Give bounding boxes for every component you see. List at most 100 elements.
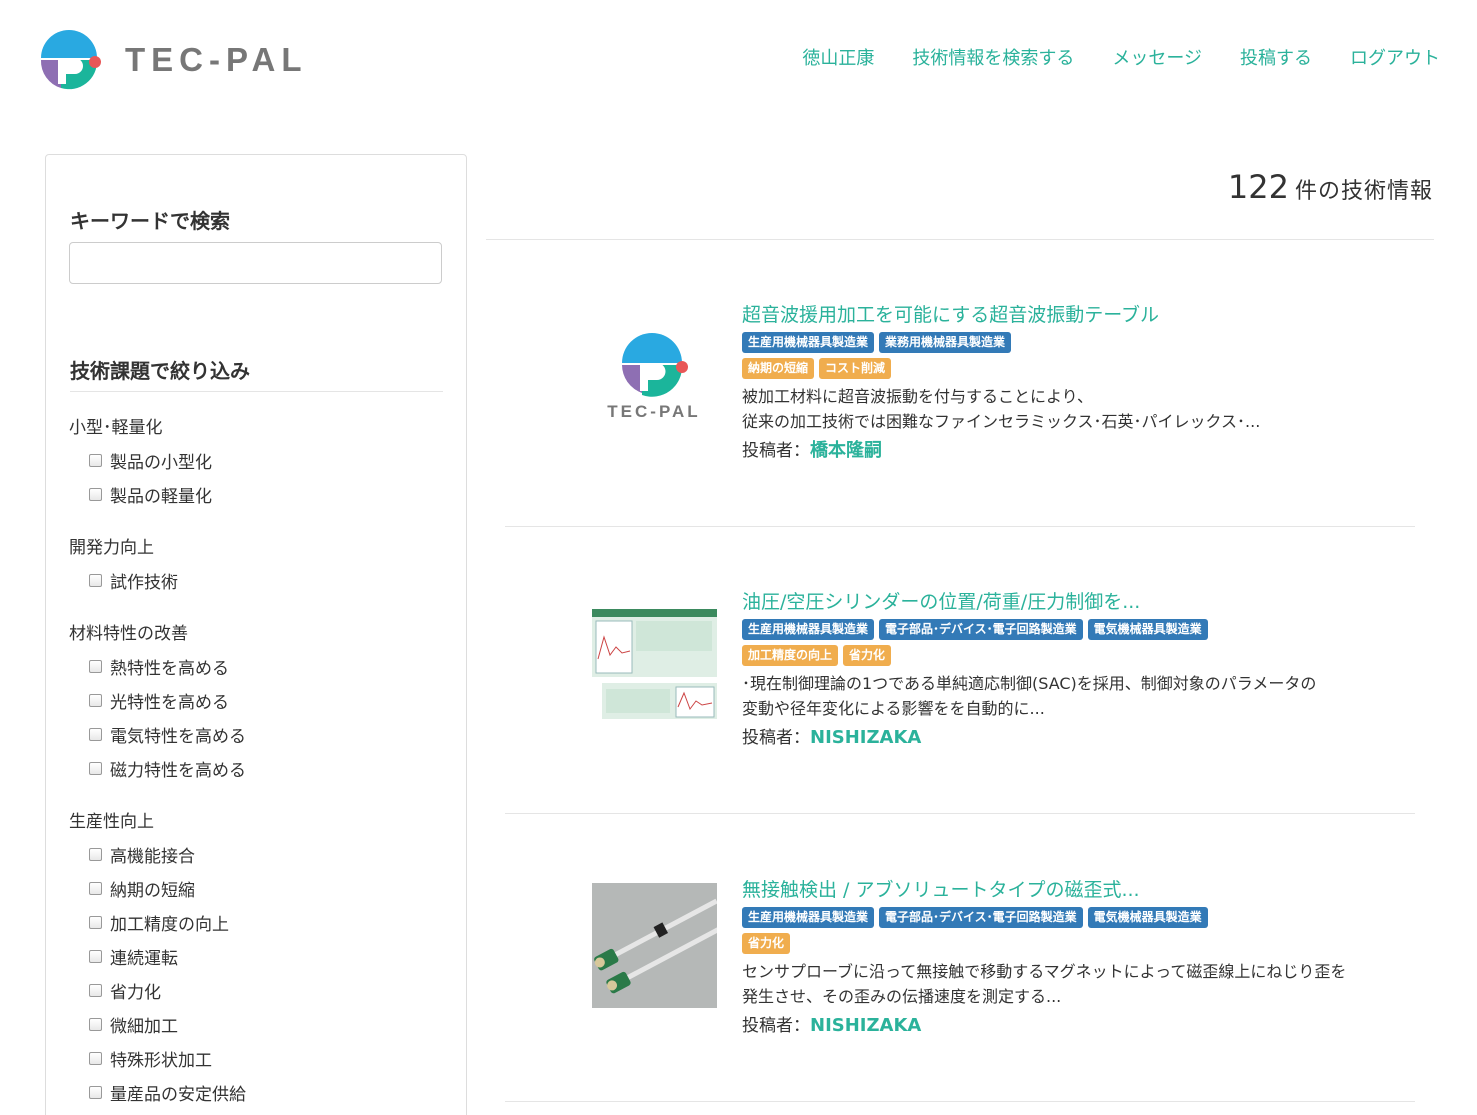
filter-option-label: 微細加工 (110, 1016, 178, 1037)
result-thumbnail[interactable] (592, 883, 731, 1008)
nav-logout[interactable]: ログアウト (1350, 45, 1440, 73)
result-description: センサプローブに沿って無接触で移動するマグネットによって磁歪線上にねじり歪を (742, 962, 1347, 981)
result-description: 変動や径年変化による影響をを自動的に... (742, 699, 1045, 718)
result-count-label: 件の技術情報 (1294, 179, 1433, 204)
filter-option-label: 連続運転 (110, 948, 178, 969)
filter-option[interactable]: 連続運転 (69, 939, 449, 973)
filter-checkbox[interactable] (89, 659, 102, 673)
issue-tag: 納期の短縮 (742, 358, 815, 379)
result-item: 無接触検出 / アブソリュートタイプの磁歪式... 生産用機械器具製造業 電子部品･… (505, 815, 1415, 1102)
result-author: 投稿者：NISHIZAKA (742, 1013, 1382, 1039)
filter-checkbox[interactable] (89, 847, 102, 861)
filter-group-title: 開発力向上 (69, 538, 154, 558)
top-nav: 徳山正康 技術情報を検索する メッセージ 投稿する ログアウト (764, 45, 1440, 73)
filter-groups: 小型･軽量化製品の小型化 製品の軽量化開発力向上試作技術材料特性の改善熱特性を高め… (69, 413, 449, 1115)
filter-option[interactable]: 特殊形状加工 (69, 1041, 449, 1075)
author-name-link[interactable]: NISHIZAKA (810, 727, 921, 748)
filter-option[interactable]: 熱特性を高める (69, 649, 449, 683)
industry-tags: 生産用機械器具製造業 電子部品･デバイス･電子回路製造業 電気機械器具製造業 (742, 619, 1382, 641)
filter-option[interactable]: 試作技術 (69, 563, 449, 597)
industry-tags: 生産用機械器具製造業 電子部品･デバイス･電子回路製造業 電気機械器具製造業 (742, 907, 1382, 929)
tecpal-logo-icon (40, 30, 101, 90)
result-thumbnail[interactable]: TEC-PAL (592, 313, 717, 438)
filter-option-label: 高機能接合 (110, 846, 195, 867)
industry-tag: 生産用機械器具製造業 (742, 332, 875, 353)
result-title-link[interactable]: 油圧/空圧シリンダーの位置/荷重/圧力制御を... (742, 589, 1382, 619)
result-content: 超音波援用加工を可能にする超音波振動テーブル 生産用機械器具製造業 業務用機械器具製… (742, 302, 1382, 464)
filter-option-label: 量産品の安定供給 (110, 1084, 246, 1105)
filter-checkbox[interactable] (89, 915, 102, 929)
industry-tag: 生産用機械器具製造業 (742, 619, 875, 640)
result-content: 無接触検出 / アブソリュートタイプの磁歪式... 生産用機械器具製造業 電子部品･… (742, 877, 1382, 1039)
filter-checkbox[interactable] (89, 761, 102, 775)
nav-messages[interactable]: メッセージ (1112, 45, 1202, 73)
brand-name: TEC-PAL (125, 41, 308, 78)
site-logo[interactable]: TEC-PAL (37, 28, 308, 92)
filter-option-label: 磁力特性を高める (110, 760, 246, 781)
result-count: 122 件の技術情報 (1228, 168, 1433, 206)
filter-checkbox[interactable] (89, 573, 102, 587)
tecpal-logo-thumbnail: TEC-PAL (607, 333, 700, 421)
filter-group-title: 材料特性の改善 (69, 624, 188, 644)
filter-option[interactable]: 製品の軽量化 (69, 477, 449, 511)
keyword-search-title: キーワードで検索 (70, 209, 230, 233)
industry-tag: 電気機械器具製造業 (1087, 907, 1208, 928)
filter-group-title: 小型･軽量化 (69, 418, 163, 438)
filter-checkbox[interactable] (89, 453, 102, 467)
filter-checkbox[interactable] (89, 693, 102, 707)
filter-option[interactable]: 省力化 (69, 973, 449, 1007)
sensor-photo-thumbnail (592, 883, 731, 1008)
filter-option[interactable]: 製品の小型化 (69, 443, 449, 477)
filter-option[interactable]: 磁力特性を高める (69, 751, 449, 785)
result-title-link[interactable]: 無接触検出 / アブソリュートタイプの磁歪式... (742, 877, 1382, 907)
filter-option-label: 試作技術 (110, 572, 178, 593)
issue-tags: 納期の短縮 コスト削減 (742, 358, 1382, 380)
result-description: 発生させ、その歪みの伝播速度を測定する... (742, 987, 1062, 1006)
filter-option[interactable]: 微細加工 (69, 1007, 449, 1041)
filter-checkbox[interactable] (89, 1051, 102, 1065)
nav-user-name[interactable]: 徳山正康 (802, 45, 874, 73)
filter-option[interactable]: 加工精度の向上 (69, 905, 449, 939)
filter-checkbox[interactable] (89, 727, 102, 741)
filter-option-label: 製品の小型化 (110, 452, 212, 473)
filter-option-label: 納期の短縮 (110, 880, 195, 901)
filter-option-label: 加工精度の向上 (110, 914, 229, 935)
filter-option[interactable]: 光特性を高める (69, 683, 449, 717)
nav-search-tech[interactable]: 技術情報を検索する (912, 45, 1074, 73)
filter-option-label: 特殊形状加工 (110, 1050, 212, 1071)
filter-sidebar: キーワードで検索 技術課題で絞り込み 小型･軽量化製品の小型化 製品の軽量化開発力… (45, 154, 467, 1115)
nav-post[interactable]: 投稿する (1240, 45, 1312, 73)
result-thumbnail[interactable] (592, 597, 717, 722)
filter-checkbox[interactable] (89, 881, 102, 895)
keyword-search-input[interactable] (69, 242, 442, 284)
author-prefix: 投稿者： (742, 728, 810, 748)
filter-option-label: 製品の軽量化 (110, 486, 212, 507)
industry-tag: 電気機械器具製造業 (1087, 619, 1208, 640)
filter-checkbox[interactable] (89, 1085, 102, 1099)
filter-checkbox[interactable] (89, 487, 102, 501)
filter-option[interactable]: 納期の短縮 (69, 871, 449, 905)
result-description: ･現在制御理論の1つである単純適応制御(SAC)を採用、制御対象のパラメータの (742, 674, 1317, 693)
filter-option[interactable]: 量産品の安定供給 (69, 1075, 449, 1109)
filter-group: 開発力向上試作技術 (69, 533, 449, 597)
result-description: 被加工材料に超音波振動を付与することにより、 (742, 387, 1094, 406)
author-name-link[interactable]: NISHIZAKA (810, 1015, 921, 1036)
filter-checkbox[interactable] (89, 983, 102, 997)
industry-tags: 生産用機械器具製造業 業務用機械器具製造業 (742, 332, 1382, 354)
result-title-link[interactable]: 超音波援用加工を可能にする超音波振動テーブル (742, 302, 1382, 332)
industry-tag: 業務用機械器具製造業 (879, 332, 1012, 353)
issue-tags: 加工精度の向上 省力化 (742, 645, 1382, 667)
filter-option[interactable]: 高機能接合 (69, 837, 449, 871)
author-name-link[interactable]: 橋本隆嗣 (810, 440, 882, 461)
filter-checkbox[interactable] (89, 949, 102, 963)
filter-option-label: 熱特性を高める (110, 658, 229, 679)
industry-tag: 電子部品･デバイス･電子回路製造業 (879, 619, 1083, 640)
filter-title: 技術課題で絞り込み (70, 359, 250, 383)
issue-tag: 加工精度の向上 (742, 645, 839, 666)
industry-tag: 生産用機械器具製造業 (742, 907, 875, 928)
filter-checkbox[interactable] (89, 1017, 102, 1031)
filter-group: 小型･軽量化製品の小型化 製品の軽量化 (69, 413, 449, 511)
svg-text:TEC-PAL: TEC-PAL (607, 402, 700, 421)
filter-option-label: 光特性を高める (110, 692, 229, 713)
filter-option[interactable]: 電気特性を高める (69, 717, 449, 751)
